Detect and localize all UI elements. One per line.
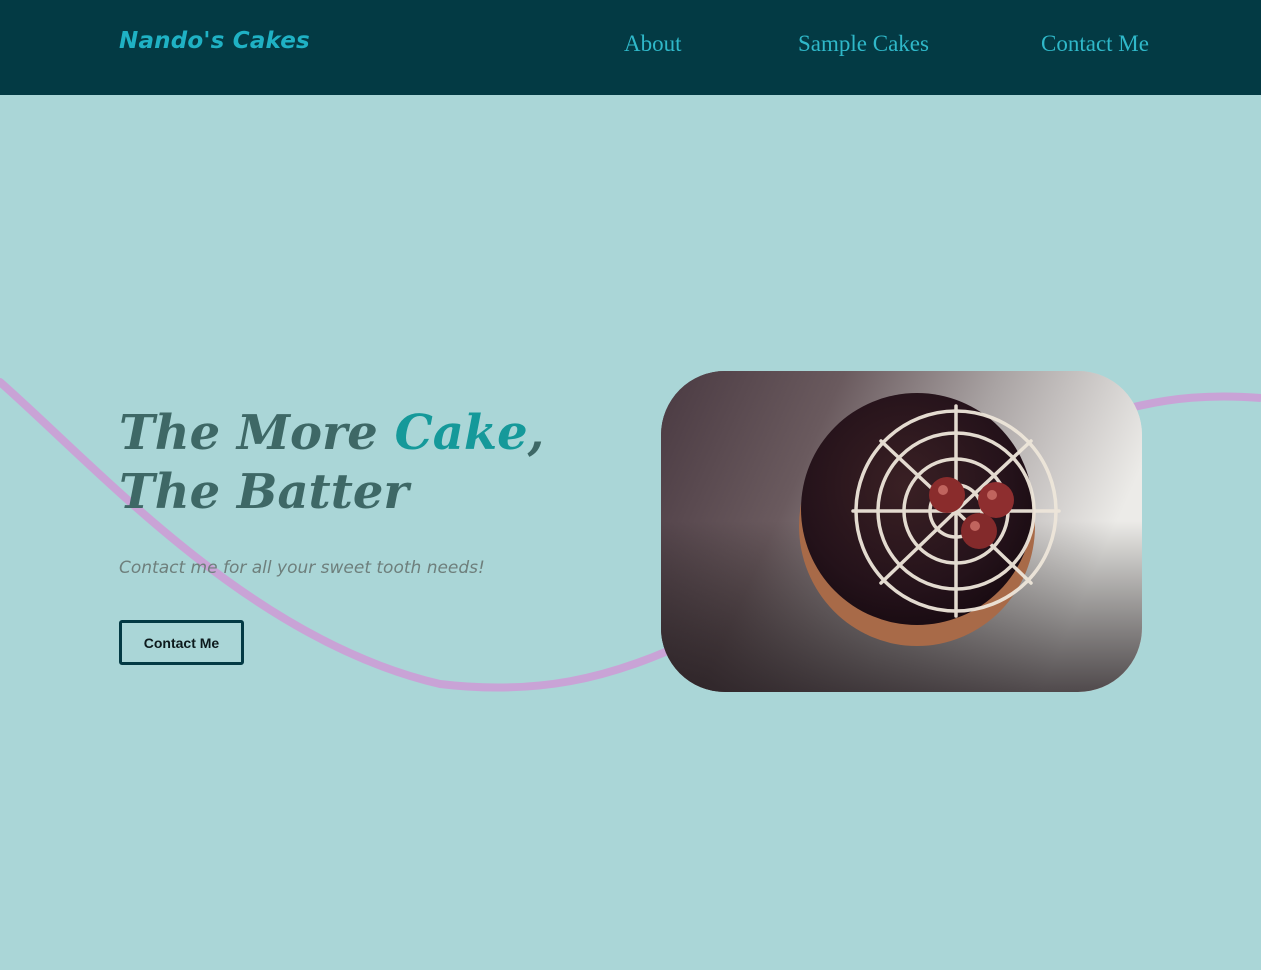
hero-title: The More Cake, The Batter (119, 404, 544, 522)
title-accent: Cake (394, 405, 528, 461)
contact-me-button[interactable]: Contact Me (119, 620, 244, 665)
title-line2: The Batter (119, 464, 409, 520)
hero-subtitle: Contact me for all your sweet tooth need… (119, 558, 485, 578)
cake-image (661, 371, 1142, 692)
title-prefix: The More (119, 405, 395, 461)
title-comma: , (527, 405, 545, 461)
